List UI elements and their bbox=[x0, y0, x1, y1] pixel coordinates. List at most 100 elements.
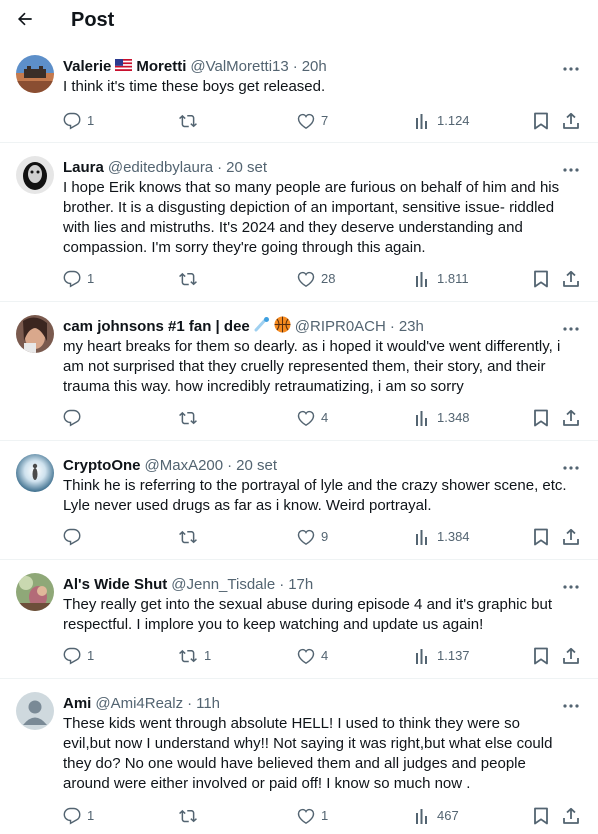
reply-button[interactable]: 1 bbox=[63, 646, 94, 666]
reply-text: Think he is referring to the portrayal o… bbox=[63, 477, 567, 514]
bookmark-button[interactable] bbox=[533, 269, 549, 289]
author-name[interactable]: Ami bbox=[63, 694, 91, 713]
reply-text: I hope Erik knows that so many people ar… bbox=[63, 179, 560, 256]
like-button[interactable]: 28 bbox=[297, 269, 335, 289]
bar-chart-icon bbox=[415, 529, 431, 545]
views-button[interactable]: 1.384 bbox=[415, 527, 470, 547]
bookmark-button[interactable] bbox=[533, 527, 549, 547]
action-bar: 1 1 4 1.137 bbox=[63, 646, 582, 666]
author-handle[interactable]: @RIPR0ACH bbox=[295, 318, 386, 335]
top-bar: Post bbox=[0, 0, 598, 42]
more-options-button[interactable] bbox=[560, 695, 582, 713]
avatar[interactable] bbox=[16, 315, 54, 353]
bookmark-button[interactable] bbox=[533, 408, 549, 428]
share-upload-icon bbox=[562, 270, 580, 288]
more-options-button[interactable] bbox=[560, 576, 582, 594]
share-button[interactable] bbox=[562, 527, 580, 547]
like-button[interactable]: 4 bbox=[297, 408, 328, 428]
more-dots-icon bbox=[563, 695, 579, 713]
bookmark-icon bbox=[533, 528, 549, 546]
reply-tweet[interactable]: cam johnsons #1 fan | dee @RIPR0ACH · 23h … bbox=[0, 302, 598, 441]
like-button[interactable]: 9 bbox=[297, 527, 328, 547]
more-options-button[interactable] bbox=[560, 159, 582, 177]
author-name-cont[interactable]: Moretti bbox=[136, 57, 186, 76]
more-options-button[interactable] bbox=[560, 318, 582, 336]
views-button[interactable]: 1.811 bbox=[415, 269, 469, 289]
reply-tweet[interactable]: Valerie Moretti @ValMoretti13 · 20h I thin… bbox=[0, 42, 598, 143]
author-name[interactable]: Valerie bbox=[63, 57, 111, 76]
bookmark-button[interactable] bbox=[533, 646, 549, 666]
bookmark-button[interactable] bbox=[533, 111, 549, 131]
reply-time[interactable]: 20 set bbox=[236, 457, 277, 474]
bar-chart-icon bbox=[415, 271, 431, 287]
back-button[interactable] bbox=[8, 5, 42, 37]
reply-text: These kids went through absolute HELL! I… bbox=[63, 715, 553, 792]
share-upload-icon bbox=[562, 647, 580, 665]
more-dots-icon bbox=[563, 318, 579, 336]
share-button[interactable] bbox=[562, 646, 580, 666]
reply-tweet[interactable]: Ami @Ami4Realz · 11h These kids went throu… bbox=[0, 679, 598, 834]
reply-button[interactable]: 1 bbox=[63, 111, 94, 131]
repost-button[interactable] bbox=[178, 111, 204, 131]
author-name[interactable]: cam johnsons #1 fan | dee bbox=[63, 317, 250, 336]
share-button[interactable] bbox=[562, 269, 580, 289]
bookmark-button[interactable] bbox=[533, 806, 549, 826]
like-button[interactable]: 4 bbox=[297, 646, 328, 666]
avatar[interactable] bbox=[16, 454, 54, 492]
reply-tweet[interactable]: CryptoOne @MaxA200 · 20 set Think he is re… bbox=[0, 441, 598, 560]
author-handle[interactable]: @editedbylaura bbox=[108, 159, 213, 176]
repost-button[interactable] bbox=[178, 269, 204, 289]
reply-time[interactable]: 23h bbox=[399, 318, 424, 335]
views-button[interactable]: 1.124 bbox=[415, 111, 470, 131]
author-name[interactable]: Laura bbox=[63, 158, 104, 177]
reply-count: 1 bbox=[87, 648, 95, 663]
share-button[interactable] bbox=[562, 408, 580, 428]
author-name[interactable]: CryptoOne bbox=[63, 456, 141, 475]
reply-tweet[interactable]: Al's Wide Shut @Jenn_Tisdale · 17h They re… bbox=[0, 560, 598, 679]
author-handle[interactable]: @MaxA200 bbox=[145, 457, 224, 474]
views-count: 1.348 bbox=[437, 410, 470, 425]
like-count: 7 bbox=[321, 113, 329, 128]
page-title: Post bbox=[71, 9, 115, 31]
like-button[interactable]: 7 bbox=[297, 111, 328, 131]
action-bar: 1 1 467 bbox=[63, 806, 582, 826]
more-options-button[interactable] bbox=[560, 58, 582, 76]
author-handle[interactable]: @ValMoretti13 bbox=[190, 58, 288, 75]
avatar[interactable] bbox=[16, 573, 54, 611]
reply-time[interactable]: 11h bbox=[196, 695, 220, 712]
reply-button[interactable]: 1 bbox=[63, 269, 94, 289]
author-handle[interactable]: @Jenn_Tisdale bbox=[171, 576, 275, 593]
reply-button[interactable]: 1 bbox=[63, 806, 94, 826]
heart-icon bbox=[297, 647, 315, 665]
like-count: 28 bbox=[321, 271, 336, 286]
reply-tweet[interactable]: Laura @editedbylaura · 20 set I hope Erik … bbox=[0, 143, 598, 302]
avatar[interactable] bbox=[16, 156, 54, 194]
share-button[interactable] bbox=[562, 111, 580, 131]
repost-button[interactable]: 1 bbox=[178, 646, 211, 666]
author-handle[interactable]: @Ami4Realz bbox=[95, 695, 183, 712]
reply-bubble-icon bbox=[63, 807, 81, 825]
reply-header: CryptoOne @MaxA200 · 20 set bbox=[63, 456, 277, 475]
reply-time[interactable]: 17h bbox=[288, 576, 313, 593]
reply-button[interactable] bbox=[63, 408, 87, 428]
share-button[interactable] bbox=[562, 806, 580, 826]
views-button[interactable]: 467 bbox=[415, 806, 459, 826]
author-name[interactable]: Al's Wide Shut bbox=[63, 575, 167, 594]
more-options-button[interactable] bbox=[560, 457, 582, 475]
heart-icon bbox=[297, 409, 315, 427]
reply-time[interactable]: 20 set bbox=[226, 159, 267, 176]
arrow-left-icon bbox=[15, 9, 35, 34]
avatar[interactable] bbox=[16, 55, 54, 93]
views-button[interactable]: 1.137 bbox=[415, 646, 470, 666]
bookmark-icon bbox=[533, 270, 549, 288]
reply-time[interactable]: 20h bbox=[302, 58, 327, 75]
basketball-icon bbox=[274, 316, 291, 338]
default-avatar[interactable] bbox=[16, 692, 54, 730]
like-button[interactable]: 1 bbox=[297, 806, 328, 826]
repost-button[interactable] bbox=[178, 527, 204, 547]
repost-button[interactable] bbox=[178, 408, 204, 428]
bar-chart-icon bbox=[415, 648, 431, 664]
views-button[interactable]: 1.348 bbox=[415, 408, 470, 428]
repost-button[interactable] bbox=[178, 806, 204, 826]
reply-button[interactable] bbox=[63, 527, 87, 547]
